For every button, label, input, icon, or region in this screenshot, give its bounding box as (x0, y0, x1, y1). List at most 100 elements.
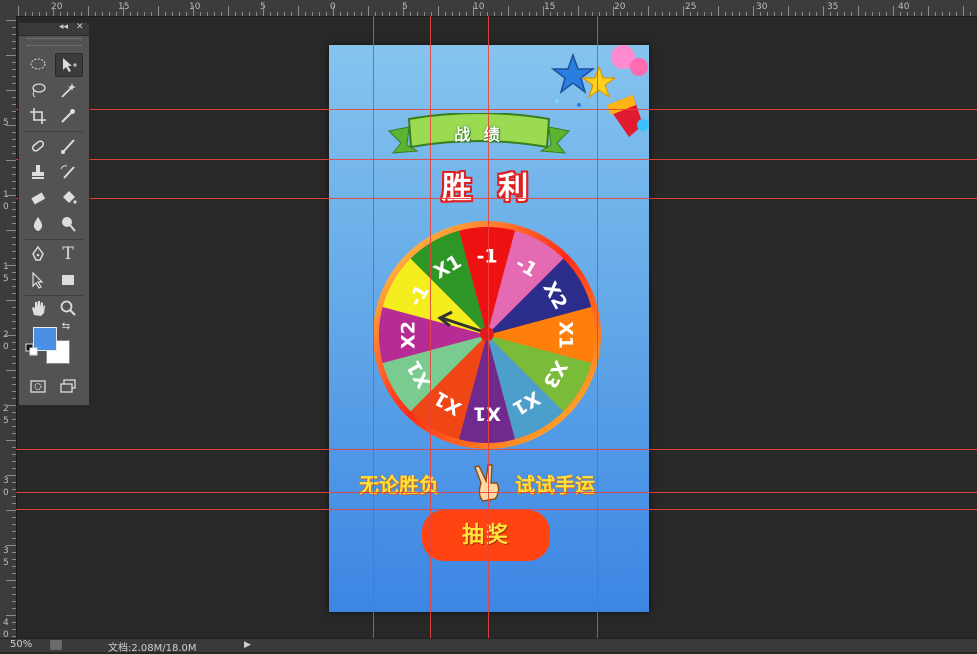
ruler-label: 20 (614, 2, 626, 12)
ruler-tick (12, 139, 16, 140)
ruler-tick (942, 12, 943, 16)
collapse-icon[interactable]: ◂◂ (59, 22, 68, 32)
ruler-tick (319, 12, 320, 16)
hand-icon[interactable] (25, 297, 51, 319)
ruler-tick (165, 12, 166, 16)
ruler-tick (221, 12, 222, 16)
navigator-icon[interactable] (50, 640, 62, 650)
ruler-tick (277, 12, 278, 16)
screen-mode-icon[interactable] (55, 375, 81, 397)
guide-horizontal[interactable] (16, 109, 977, 110)
ruler-tick (669, 12, 670, 16)
ruler-tick (12, 97, 16, 98)
ruler-tick (949, 12, 950, 16)
ruler-tick (12, 629, 16, 630)
magic-wand-icon[interactable] (55, 79, 81, 101)
ruler-tick (12, 559, 16, 560)
ruler-tick (6, 195, 16, 196)
prize-wheel[interactable]: -1 -1X2X1X3X1X1X1X1X2-1X1 (372, 220, 602, 450)
marquee-icon[interactable] (25, 53, 51, 75)
clone-stamp-icon[interactable] (25, 161, 51, 183)
ruler-tick (459, 12, 460, 16)
ruler-tick (620, 12, 621, 16)
wheel-segment-label: X2 (398, 321, 420, 349)
ruler-tick (375, 12, 376, 16)
ruler-tick (12, 209, 16, 210)
panel-grip[interactable] (27, 38, 81, 46)
blur-icon[interactable] (25, 213, 51, 235)
ruler-tick (627, 12, 628, 16)
ruler-tick (12, 594, 16, 595)
ruler-tick (389, 12, 390, 16)
tools-panel-header[interactable]: ◂◂ ✕ (19, 22, 89, 36)
ruler-tick (697, 12, 698, 16)
tool-separator (25, 131, 83, 132)
ruler-tick (12, 153, 16, 154)
ruler-tick (12, 258, 16, 259)
ruler-tick (522, 12, 523, 16)
status-menu-arrow-icon[interactable]: ▶ (244, 640, 251, 650)
crop-icon[interactable] (25, 105, 51, 127)
ruler-tick (12, 104, 16, 105)
guide-vertical[interactable] (430, 16, 431, 638)
close-icon[interactable]: ✕ (76, 22, 84, 32)
eyedropper-icon[interactable] (55, 105, 81, 127)
paint-bucket-icon[interactable] (55, 187, 81, 209)
eraser-icon[interactable] (25, 187, 51, 209)
guide-horizontal[interactable] (16, 198, 977, 199)
ruler-tick (12, 293, 16, 294)
ruler-tick (690, 12, 691, 16)
ruler-tick (417, 12, 418, 16)
ruler-tick (151, 12, 152, 16)
quick-mask-icon[interactable] (25, 375, 51, 397)
guide-vertical[interactable] (373, 16, 374, 638)
ruler-label: 10 (189, 2, 201, 12)
ruler-tick (12, 27, 16, 28)
guide-horizontal[interactable] (16, 509, 977, 510)
guide-horizontal[interactable] (16, 449, 977, 450)
ruler-tick (12, 181, 16, 182)
ruler-tick (732, 12, 733, 16)
ruler-tick (718, 6, 719, 16)
path-selection-icon[interactable] (25, 269, 51, 291)
ruler-tick (12, 601, 16, 602)
ruler-tick (12, 412, 16, 413)
ruler-tick (137, 12, 138, 16)
ruler-tick (662, 12, 663, 16)
guide-vertical[interactable] (597, 16, 598, 638)
ruler-tick (12, 62, 16, 63)
ruler-tick (12, 363, 16, 364)
brush-icon[interactable] (55, 135, 81, 157)
ruler-tick (12, 419, 16, 420)
history-brush-icon[interactable] (55, 161, 81, 183)
ruler-tick (508, 6, 509, 16)
ruler-tick (235, 12, 236, 16)
zoom-icon[interactable] (55, 297, 81, 319)
rectangle-icon[interactable] (55, 269, 81, 291)
document-canvas[interactable]: 战 绩 胜 利 -1 -1 X2 X1 X3 X1 X1 X1 X1 X2 -1 X1 无论胜负 试试… (329, 45, 649, 612)
swap-colors-icon[interactable]: ⇆ (59, 319, 73, 333)
ruler-tick (445, 12, 446, 16)
ruler-tick (12, 69, 16, 70)
ruler-tick (557, 12, 558, 16)
guide-horizontal[interactable] (16, 159, 977, 160)
type-icon[interactable]: T (55, 243, 81, 265)
default-colors-icon[interactable] (25, 343, 39, 357)
move-icon[interactable] (55, 53, 83, 77)
ruler-tick (515, 12, 516, 16)
ruler-label: 30 (756, 2, 768, 12)
ruler-tick (368, 6, 369, 16)
ruler-tick (53, 6, 54, 16)
dodge-icon[interactable] (55, 213, 81, 235)
ruler-tick (403, 6, 404, 16)
ruler-tick (6, 510, 16, 511)
guide-vertical[interactable] (488, 16, 489, 638)
guide-horizontal[interactable] (16, 492, 977, 493)
ruler-origin[interactable] (0, 0, 16, 16)
pen-icon[interactable] (25, 243, 51, 265)
ruler-tick (6, 405, 16, 406)
zoom-level[interactable]: 50% (10, 639, 32, 650)
lasso-icon[interactable] (25, 79, 51, 101)
draw-button[interactable]: 抽奖 (422, 510, 550, 561)
healing-brush-icon[interactable] (25, 135, 51, 157)
